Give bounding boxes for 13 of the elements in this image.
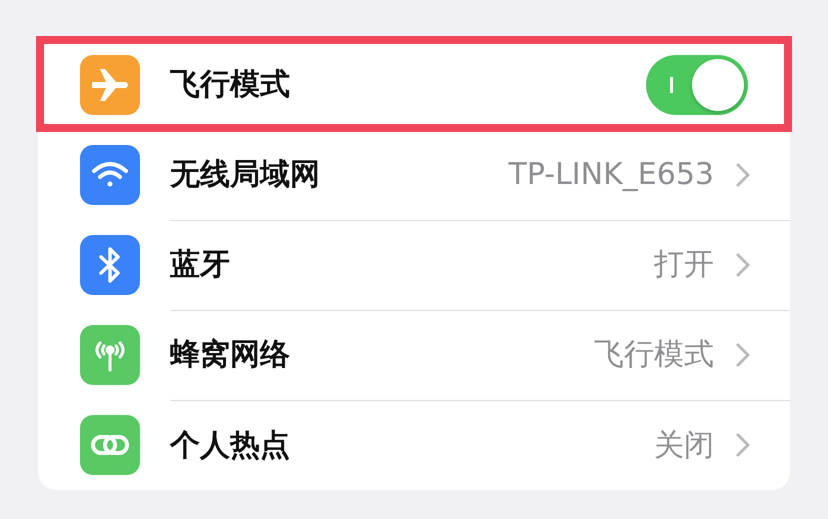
- setting-label: 飞行模式: [170, 66, 290, 104]
- chevron-icon[interactable]: [736, 342, 750, 366]
- chevron-icon[interactable]: [736, 162, 750, 186]
- setting-label: 蜂窝网络: [170, 336, 290, 374]
- setting-value: TP-LINK_E653: [508, 157, 714, 192]
- chevron-icon[interactable]: [736, 252, 750, 276]
- setting-label: 蓝牙: [170, 246, 230, 284]
- setting-value: 打开: [654, 246, 714, 284]
- setting-label: 无线局域网: [170, 156, 320, 194]
- setting-value: 飞行模式: [594, 336, 714, 374]
- setting-label: 个人热点: [170, 426, 290, 464]
- chevron-icon[interactable]: [736, 433, 750, 457]
- setting-value: 关闭: [654, 426, 714, 464]
